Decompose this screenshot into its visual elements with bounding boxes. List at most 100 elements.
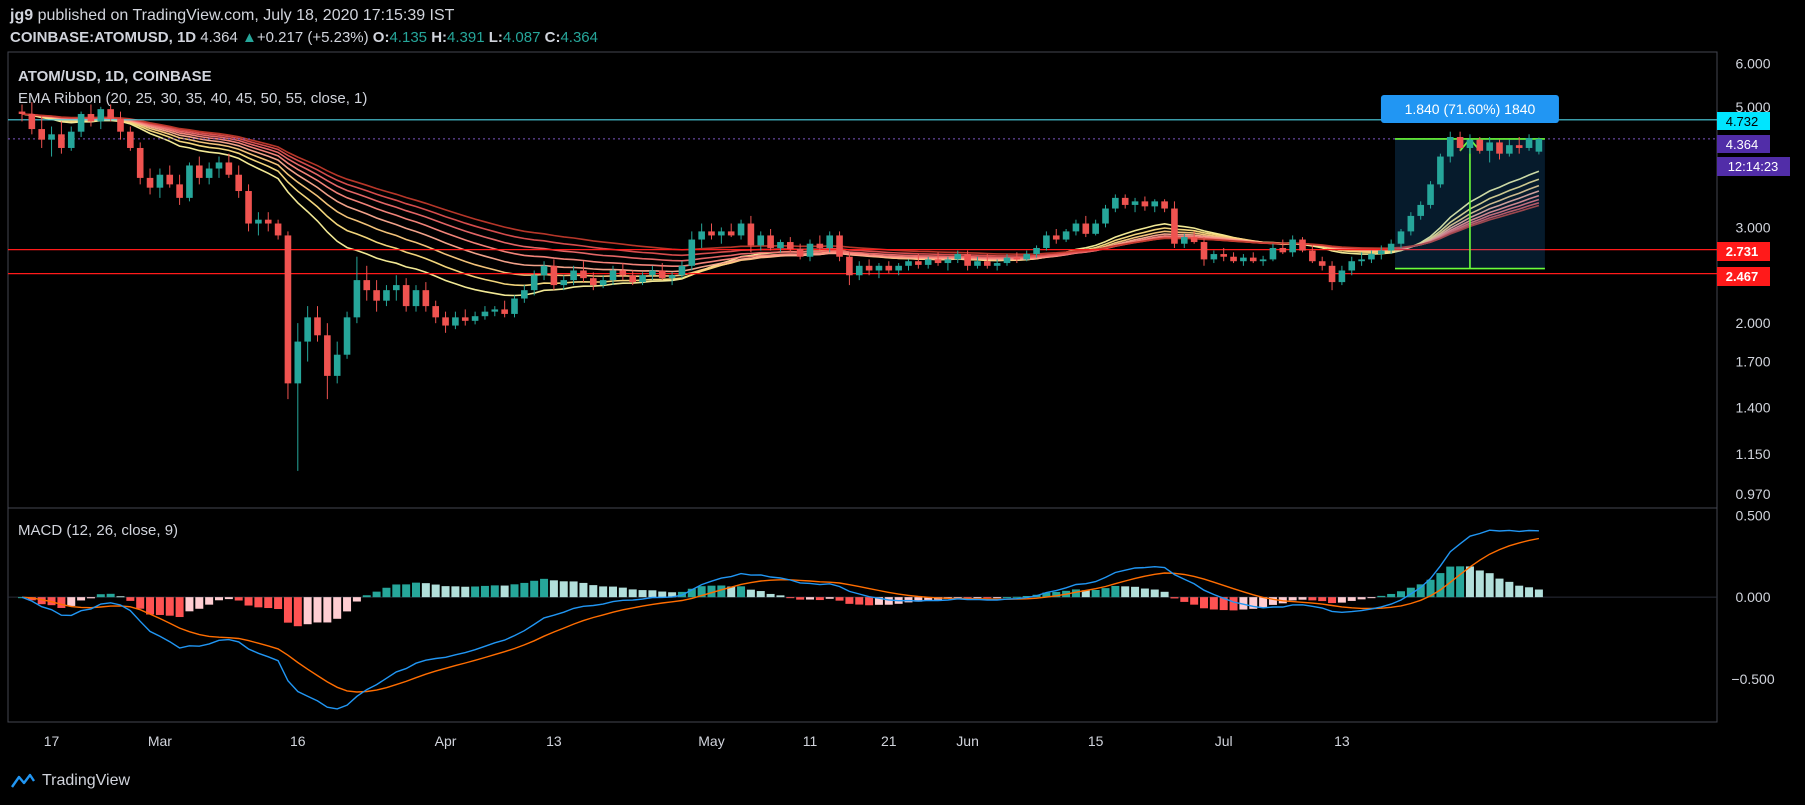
macd-histogram-bar — [569, 581, 578, 598]
candle-body — [619, 270, 627, 276]
candle-body — [757, 235, 765, 246]
candle-body — [511, 298, 518, 314]
candle-body — [954, 254, 962, 260]
time-tick-label: Mar — [148, 733, 172, 749]
macd-histogram-bar — [1318, 597, 1327, 602]
macd-histogram-bar — [1140, 588, 1149, 598]
tradingview-footer[interactable]: TradingView — [10, 772, 130, 790]
candle — [245, 184, 252, 232]
candle-body — [1348, 261, 1356, 271]
candle-body — [678, 265, 686, 276]
macd-histogram-bar — [264, 597, 273, 609]
svg-text:12:14:23: 12:14:23 — [1728, 159, 1779, 174]
time-tick-label: Jun — [956, 733, 979, 749]
candle-body — [205, 168, 213, 178]
candle — [1092, 219, 1099, 236]
candle — [343, 311, 351, 359]
candle-body — [215, 162, 223, 169]
macd-histogram-bar — [283, 597, 292, 623]
candle-body — [1446, 136, 1454, 157]
macd-histogram-bar — [1456, 566, 1465, 598]
candle-body — [235, 174, 242, 192]
price-tick-label: 2.000 — [1735, 315, 1770, 331]
price-pane-title: ATOM/USD, 1D, COINBASE — [18, 68, 212, 85]
candle — [1052, 229, 1060, 244]
time-tick-label: Jul — [1215, 733, 1233, 749]
price-tick-label: 3.000 — [1735, 219, 1770, 235]
candle-body — [924, 259, 932, 265]
macd-histogram-bar — [786, 597, 795, 599]
candle-body — [1230, 256, 1237, 262]
candle-body — [166, 174, 174, 185]
macd-histogram-bar — [303, 597, 312, 625]
candle-body — [767, 235, 774, 248]
candle-body — [905, 261, 912, 266]
candle-body — [284, 235, 292, 384]
candle-body — [649, 270, 656, 276]
candle-body — [176, 184, 183, 198]
macd-histogram-bar — [599, 586, 608, 598]
macd-histogram-bar — [845, 597, 854, 604]
candle-body — [737, 223, 745, 236]
candle-body — [915, 261, 922, 265]
macd-histogram-bar — [195, 597, 204, 609]
macd-histogram-bar — [1525, 587, 1534, 598]
candle — [1200, 237, 1208, 266]
candle — [1210, 250, 1218, 264]
candle-body — [875, 265, 883, 271]
candle — [422, 282, 430, 312]
candle — [511, 295, 518, 318]
macd-histogram-bar — [1308, 597, 1317, 601]
macd-histogram-bar — [402, 584, 411, 598]
candle-body — [1269, 247, 1277, 260]
time-tick-label: 15 — [1088, 733, 1104, 749]
candle-body — [629, 275, 636, 283]
candle-body — [550, 265, 558, 286]
candle — [333, 341, 341, 384]
candle — [196, 156, 203, 185]
candle-body — [343, 317, 351, 355]
macd-histogram-bar — [215, 597, 223, 601]
candle-body — [1318, 261, 1326, 266]
candle-body — [521, 290, 528, 299]
macd-histogram-bar — [1101, 588, 1110, 598]
macd-histogram-bar — [244, 597, 253, 606]
candle-body — [452, 317, 459, 326]
macd-histogram-bar — [382, 587, 391, 598]
candle — [806, 239, 814, 262]
macd-histogram-bar — [1475, 570, 1484, 598]
candle-body — [1506, 145, 1513, 154]
time-tick-label: May — [698, 733, 724, 749]
candle — [146, 168, 154, 195]
macd-pane[interactable] — [8, 529, 1717, 710]
macd-histogram-bar — [155, 597, 164, 615]
candle-body — [186, 165, 193, 198]
candle-body — [1427, 184, 1434, 205]
chart-canvas[interactable]: 1.840 (71.60%) 1840 6.0005.0003.0002.000… — [0, 0, 1805, 805]
candle — [205, 162, 213, 185]
candle-body — [491, 309, 499, 312]
candle — [402, 278, 410, 312]
candle — [1082, 215, 1090, 238]
macd-histogram-bar — [618, 587, 627, 598]
macd-histogram-bar — [293, 597, 302, 627]
macd-histogram-bar — [1229, 597, 1238, 611]
candle-body — [1151, 201, 1159, 207]
candle-body — [1072, 223, 1080, 232]
candle-body — [1023, 254, 1030, 260]
candle — [166, 165, 174, 188]
macd-histogram-bar — [1397, 591, 1405, 598]
candle — [38, 116, 45, 148]
macd-histogram-bar — [549, 580, 558, 598]
candle — [1141, 196, 1149, 211]
candle — [1112, 194, 1119, 213]
ema-ribbon-legend[interactable]: EMA Ribbon (20, 25, 30, 35, 40, 45, 50, … — [18, 90, 367, 107]
macd-histogram-bar — [1485, 573, 1494, 598]
candle-body — [1496, 142, 1503, 154]
price-pane[interactable]: 1.840 (71.60%) 1840 — [8, 95, 1717, 471]
macd-histogram-bar — [1091, 589, 1100, 598]
candle — [117, 111, 124, 140]
macd-legend[interactable]: MACD (12, 26, close, 9) — [18, 522, 178, 539]
candle — [777, 239, 784, 253]
candle-body — [1466, 139, 1474, 148]
